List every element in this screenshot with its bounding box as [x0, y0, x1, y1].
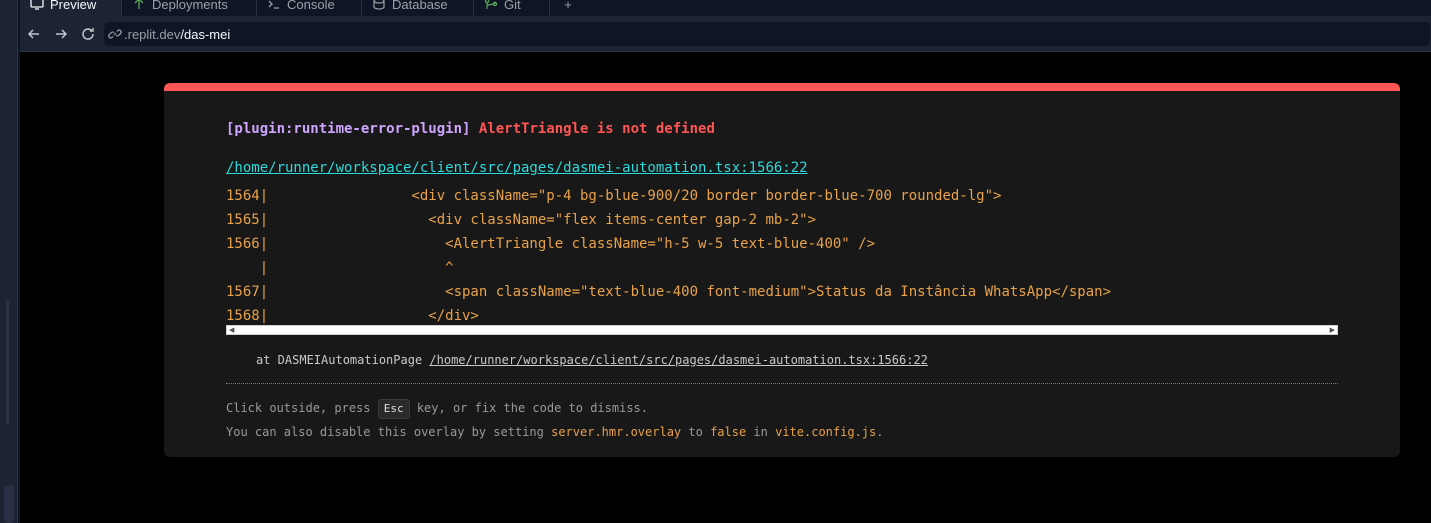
- tab-database[interactable]: Database: [362, 0, 474, 16]
- scroll-right-icon[interactable]: ▶: [1330, 326, 1335, 334]
- deploy-icon: [132, 0, 146, 10]
- esc-key: Esc: [377, 399, 410, 419]
- error-file-link[interactable]: /home/runner/workspace/client/src/pages/…: [226, 160, 808, 176]
- code-line: 1565| <div className="flex items-center …: [226, 212, 817, 228]
- code-line: 1567| <span className="text-blue-400 fon…: [226, 284, 1112, 300]
- arrow-left-icon: [27, 29, 39, 39]
- arrow-right-icon: [56, 29, 68, 39]
- tab-label: Deployments: [152, 0, 228, 12]
- tab-label: Preview: [50, 0, 97, 12]
- divider: [226, 383, 1338, 384]
- tab-preview[interactable]: Preview: [20, 0, 122, 16]
- monitor-icon: [30, 0, 44, 10]
- tab-deployments[interactable]: Deployments: [122, 0, 257, 16]
- code-line: | ^: [226, 260, 454, 276]
- disable-tip: You can also disable this overlay by set…: [226, 425, 883, 439]
- terminal-icon: [267, 0, 281, 10]
- error-message: [plugin:runtime-error-plugin] AlertTrian…: [226, 121, 715, 137]
- tip-text: You can also disable this overlay by set…: [226, 425, 552, 439]
- tab-label: Database: [392, 0, 448, 12]
- error-overlay: [plugin:runtime-error-plugin] AlertTrian…: [164, 83, 1400, 457]
- reload-icon: [82, 28, 94, 40]
- config-key: server.hmr.overlay: [551, 425, 682, 439]
- tip-text: to: [681, 425, 711, 439]
- database-icon: [372, 0, 386, 10]
- stack-prefix: at DASMEIAutomationPage: [256, 353, 430, 367]
- plus-icon: +: [564, 0, 572, 12]
- error-plugin: [plugin:runtime-error-plugin]: [226, 121, 471, 137]
- code-frame: 1564| <div className="p-4 bg-blue-900/20…: [226, 184, 1338, 328]
- link-icon: [108, 27, 122, 41]
- config-value: false: [710, 425, 747, 439]
- reload-button[interactable]: [80, 26, 96, 42]
- pane-gutter: [18, 0, 20, 523]
- forward-button[interactable]: [53, 26, 69, 42]
- stack-file-link[interactable]: /home/runner/workspace/client/src/pages/…: [429, 353, 928, 367]
- stack-trace: at DASMEIAutomationPage /home/runner/wor…: [256, 353, 928, 367]
- tip-text: Click outside, press: [226, 401, 378, 415]
- tip-text: in: [746, 425, 776, 439]
- sidebar-widget[interactable]: [4, 485, 14, 523]
- left-sidebar-strip: [0, 0, 18, 523]
- tab-git[interactable]: Git: [474, 0, 550, 16]
- dismiss-tip: Click outside, press Esc key, or fix the…: [226, 399, 648, 419]
- tip-text: .: [876, 425, 884, 439]
- code-frame-scrollbar[interactable]: ◀ ▶: [226, 325, 1338, 335]
- url-toolbar: .replit.dev/das-mei: [20, 16, 1431, 52]
- new-tab-button[interactable]: +: [550, 0, 586, 16]
- url-path: /das-mei: [180, 26, 231, 42]
- tab-bar: Preview Deployments Console Database Git…: [20, 0, 1431, 16]
- sidebar-scroll-track[interactable]: [6, 300, 9, 425]
- tab-label: Git: [504, 0, 521, 12]
- url-input[interactable]: .replit.dev/das-mei: [104, 22, 1430, 46]
- code-line: 1564| <div className="p-4 bg-blue-900/20…: [226, 188, 1002, 204]
- code-line: 1566| <AlertTriangle className="h-5 w-5 …: [226, 236, 876, 252]
- config-file: vite.config.js: [775, 425, 877, 439]
- tab-console[interactable]: Console: [257, 0, 362, 16]
- tab-label: Console: [287, 0, 335, 12]
- url-domain: .replit.dev: [124, 26, 181, 42]
- back-button[interactable]: [26, 26, 42, 42]
- tip-text: key, or fix the code to dismiss.: [409, 401, 649, 415]
- git-branch-icon: [484, 0, 498, 10]
- error-text: AlertTriangle is not defined: [478, 121, 715, 137]
- scroll-left-icon[interactable]: ◀: [229, 326, 234, 334]
